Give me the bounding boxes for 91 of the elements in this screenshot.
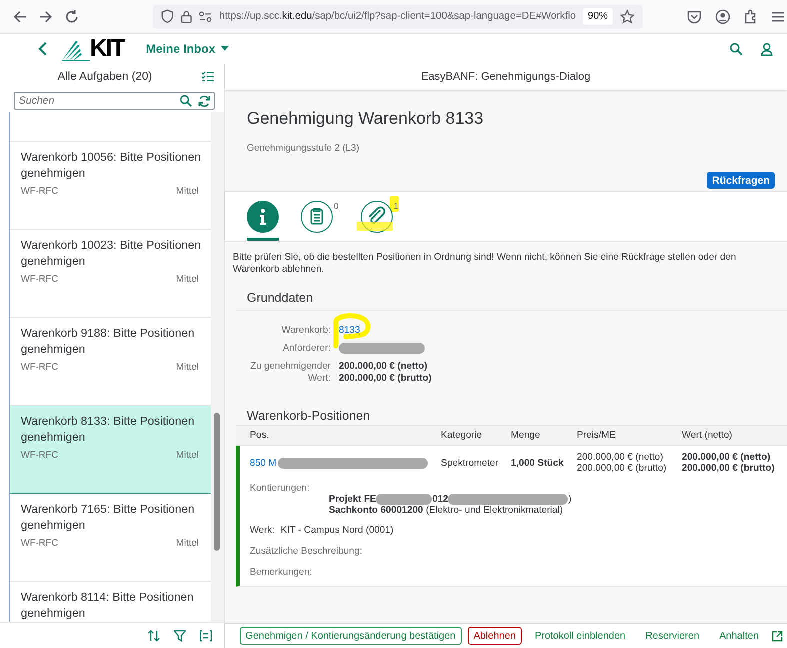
account-icon[interactable] [715, 8, 731, 24]
section-title: Grunddaten [236, 291, 787, 311]
column-header: Kategorie [441, 430, 484, 442]
amount-text: 200.000,00 € (netto) [339, 361, 429, 374]
user-icon[interactable] [761, 42, 773, 56]
task-priority: Mittel [176, 538, 199, 549]
task-title: Warenkorb 9188: Bitte Positionen genehmigen [21, 326, 196, 357]
zoom-button[interactable]: 90% [583, 8, 614, 25]
field-label: Zu genehmigender Wert: [249, 361, 331, 386]
logo-text: KIT [90, 37, 124, 61]
field-label: Kontierungen: [250, 483, 311, 494]
table-cell-text: 200.000,00 € (brutto) [682, 463, 776, 474]
pocket-icon[interactable] [687, 10, 702, 24]
task-source: WF-RFC [21, 538, 58, 549]
list-title: Alle Aufgaben (20) [56, 71, 154, 83]
column-header: Wert (netto) [682, 430, 734, 442]
filter-icon[interactable] [174, 630, 186, 642]
back-icon[interactable] [38, 42, 48, 56]
position-link[interactable]: 850 M [250, 458, 277, 469]
task-priority: Mittel [176, 362, 199, 373]
table-cell-text: 200.000,00 € (brutto) [577, 463, 668, 474]
multi-select-icon[interactable] [202, 71, 214, 83]
caret-icon[interactable] [220, 46, 229, 52]
task-item[interactable]: Warenkorb 8133: Bitte Positionen genehmigen WF-RFC Mittel [10, 406, 211, 494]
back-icon[interactable] [13, 10, 27, 24]
forward-icon[interactable] [39, 10, 53, 24]
task-source: WF-RFC [21, 186, 58, 197]
field-label: Werk: [250, 525, 275, 536]
search-icon[interactable] [730, 42, 743, 56]
field-label: Zusätzliche Beschreibung: [250, 546, 364, 558]
table-cell-text: 1,000 Stück [511, 458, 565, 469]
task-priority: Mittel [176, 450, 199, 461]
task-title: Warenkorb 10056: Bitte Positionen genehmigen [21, 150, 202, 181]
account-text: ) [568, 494, 572, 506]
address-bar[interactable]: https://up.scc.kit.edu/sap/bc/ui2/flp?sap-client=100&sap-language=DE#Workflo 90% [153, 4, 643, 28]
redaction-mark [376, 494, 432, 506]
task-source: WF-RFC [21, 362, 58, 373]
object-title: Genehmigung Warenkorb 8133 [247, 109, 485, 129]
lock-icon[interactable] [181, 10, 192, 24]
search-icon[interactable] [180, 95, 192, 107]
object-subtitle: Genehmigungsstufe 2 (L3) [247, 143, 360, 154]
task-title: Warenkorb 8114: Bitte Positionen genehmigen [21, 590, 195, 621]
url-text: https://up.scc.kit.edu/sap/bc/ui2/flp?sap-client=100&sap-language=DE#Workflo [219, 11, 576, 22]
instruction-text: Bitte prüfen Sie, ob die bestellten Positionen in Ordnung sind! Wenn nicht, können Sie eine Rückfrage stellen oder den Warenkorb ablehnen. [233, 252, 738, 276]
search-field[interactable]: Suchen [14, 92, 215, 110]
task-source: WF-RFC [21, 450, 58, 461]
permissions-icon[interactable] [199, 10, 212, 22]
section-title: Warenkorb-Positionen [247, 409, 372, 424]
task-title: Warenkorb 8133: Bitte Positionen genehmigen [21, 414, 196, 445]
table-cell-text: 200.000,00 € (netto) [682, 452, 772, 464]
column-header: Pos. [250, 430, 270, 442]
highlight-mark [356, 222, 393, 231]
column-header: Menge [511, 430, 542, 442]
reject-button[interactable]: Ablehnen [468, 627, 522, 645]
approve-button[interactable]: Genehmigen / Kontierungsänderung bestätigen [240, 627, 462, 645]
task-priority: Mittel [176, 274, 199, 285]
account-text: Projekt FE [329, 494, 376, 506]
field-value: KIT - Campus Nord (0001) [280, 525, 394, 536]
star-icon[interactable] [620, 8, 635, 24]
inquiry-button[interactable]: Rückfragen [707, 172, 775, 189]
attachments-tab[interactable]: 1 [360, 192, 398, 241]
inbox-menu-button[interactable]: Meine Inbox [146, 42, 229, 56]
tab-count: 1 [394, 201, 398, 211]
field-label: Warenkorb: [280, 325, 331, 337]
task-source: WF-RFC [21, 274, 58, 285]
table-cell-text: 200.000,00 € (netto) [577, 452, 664, 464]
share-icon[interactable] [772, 630, 783, 642]
shield-icon[interactable] [161, 9, 174, 24]
task-priority: Mittel [176, 186, 199, 197]
sort-icon[interactable] [148, 630, 160, 642]
account-text: Sachkonto 60001200 (Elektro- und Elektronikmaterial) [329, 505, 564, 516]
cart-link[interactable]: 8133 [339, 325, 360, 337]
task-title: Warenkorb 7165: Bitte Positionen genehmigen [21, 502, 196, 533]
task-title: Warenkorb 10023: Bitte Positionen genehmigen [21, 238, 202, 269]
clipboard-icon[interactable] [301, 201, 333, 233]
notes-tab[interactable]: 0 [301, 192, 339, 241]
account-text: 012 [432, 494, 448, 506]
page-title: EasyBANF: Genehmigungs-Dialog [421, 71, 591, 83]
highlight-mark [332, 313, 372, 349]
amount-text: 200.000,00 € (brutto) [339, 373, 433, 386]
group-icon[interactable] [200, 630, 212, 642]
info-icon[interactable] [247, 201, 279, 233]
reload-icon[interactable] [65, 10, 79, 24]
field-label: Bemerkungen: [250, 567, 314, 578]
column-header: Preis/ME [577, 430, 617, 442]
tab-count: 0 [334, 201, 339, 211]
table-cell-text: Spektrometer [441, 458, 500, 469]
refresh-icon[interactable] [198, 95, 211, 108]
menu-icon[interactable] [772, 10, 784, 22]
highlight-mark [390, 196, 399, 212]
field-label: Anforderer: [282, 343, 331, 355]
